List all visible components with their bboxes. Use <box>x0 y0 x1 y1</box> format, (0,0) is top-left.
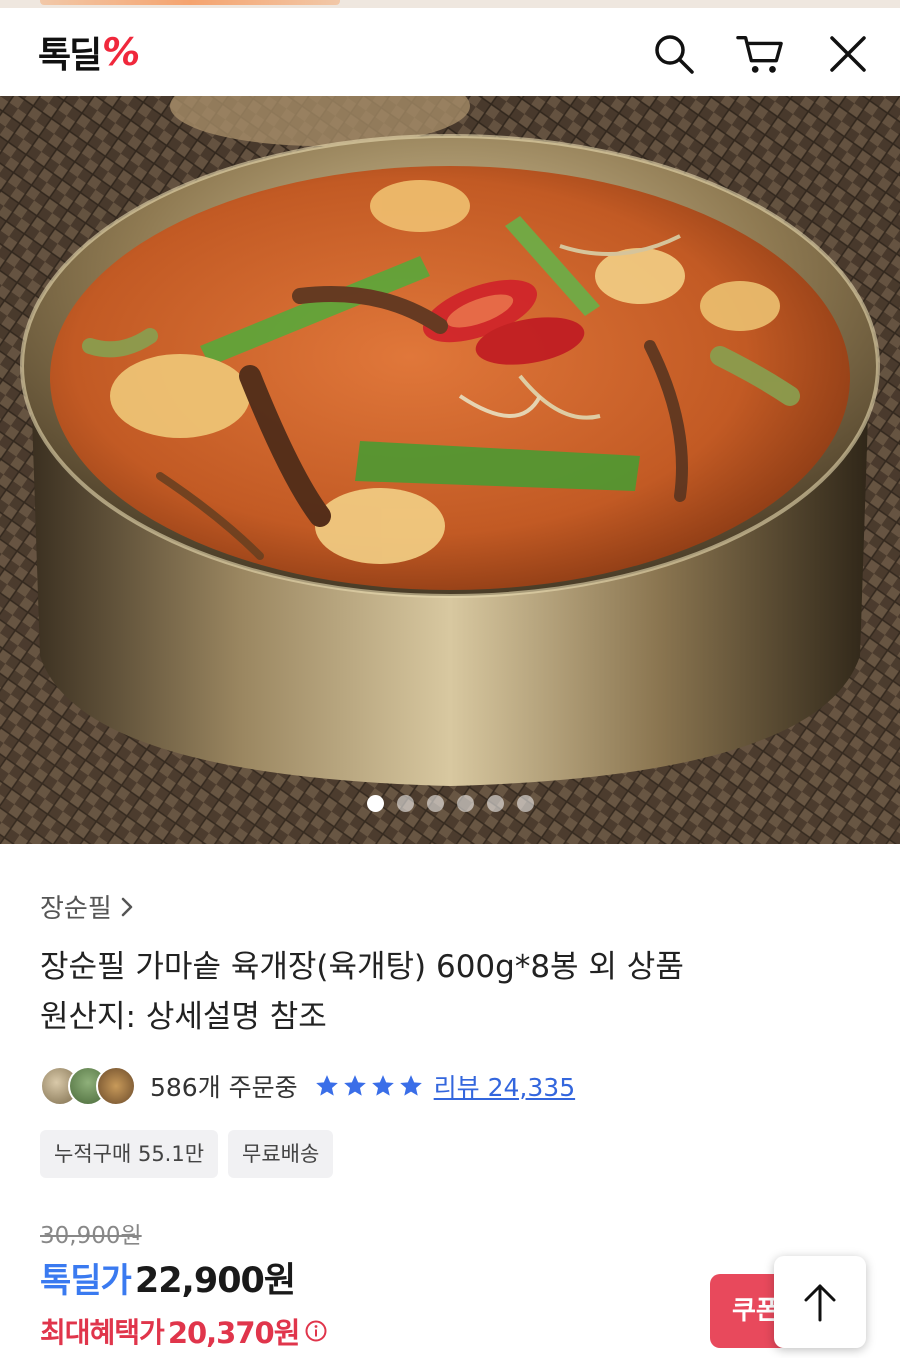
close-button[interactable] <box>824 30 872 78</box>
search-icon <box>655 35 694 74</box>
logo-mark: % <box>99 30 144 74</box>
gallery-dot[interactable] <box>366 795 384 812</box>
social-proof-row: 586개 주문중 리뷰 24,335 <box>40 1066 575 1106</box>
logo-text: 톡딜 <box>38 35 102 76</box>
rating-stars <box>314 1073 424 1099</box>
cart-icon <box>736 36 783 73</box>
gallery-dot[interactable] <box>456 795 474 812</box>
original-price: 30,900원 <box>40 1223 142 1249</box>
logo[interactable]: 톡딜 % <box>38 30 144 76</box>
app-header: 톡딜 % <box>0 8 900 96</box>
product-tags: 누적구매 55.1만 무료배송 <box>40 1130 334 1178</box>
max-benefit-value: 20,370원 <box>167 1316 301 1350</box>
free-shipping-badge: 무료배송 <box>228 1130 334 1178</box>
product-image-gallery[interactable] <box>0 96 900 844</box>
top-banner-edge <box>40 0 340 5</box>
scroll-to-top-button[interactable] <box>774 1256 866 1348</box>
arrow-up-icon <box>804 1284 836 1322</box>
brand-name: 장순필 <box>40 894 112 924</box>
deal-price-label: 톡딜가 <box>40 1261 132 1301</box>
close-icon <box>830 36 866 72</box>
max-benefit-row: 최대혜택가 20,370원 <box>40 1310 327 1352</box>
gallery-pagination <box>0 795 900 815</box>
product-title-line: 장순필 가마솥 육개장(육개탕) 600g*8봉 외 상품 <box>40 949 684 985</box>
product-origin: 원산지: 상세설명 참조 <box>40 999 327 1035</box>
star-icon <box>315 1075 338 1096</box>
search-button[interactable] <box>650 30 698 78</box>
buyer-avatars <box>40 1066 136 1106</box>
gallery-dot[interactable] <box>426 795 444 812</box>
product-title: 장순필 가마솥 육개장(육개탕) 600g*8봉 외 상품 원산지: 상세설명 … <box>40 942 860 1042</box>
star-icon <box>399 1075 422 1096</box>
cart-button[interactable] <box>736 30 784 78</box>
max-benefit-label: 최대혜택가 <box>40 1316 165 1349</box>
star-icon <box>343 1075 366 1096</box>
order-count: 586개 주문중 <box>150 1073 298 1102</box>
gallery-dot[interactable] <box>516 795 534 812</box>
star-icon <box>371 1075 394 1096</box>
gallery-dot[interactable] <box>396 795 414 812</box>
product-image <box>0 96 900 844</box>
deal-price-value: 22,900원 <box>134 1261 296 1301</box>
brand-link[interactable]: 장순필 <box>40 888 134 925</box>
deal-price-row: 톡딜가 22,900원 <box>40 1252 296 1303</box>
avatar <box>96 1066 136 1106</box>
reviews-link[interactable]: 리뷰 24,335 <box>434 1068 575 1104</box>
cumulative-purchase-badge: 누적구매 55.1만 <box>40 1130 219 1178</box>
top-strip <box>0 0 900 8</box>
chevron-right-icon <box>121 897 133 916</box>
gallery-dot[interactable] <box>486 795 504 812</box>
info-icon[interactable] <box>305 1320 327 1342</box>
